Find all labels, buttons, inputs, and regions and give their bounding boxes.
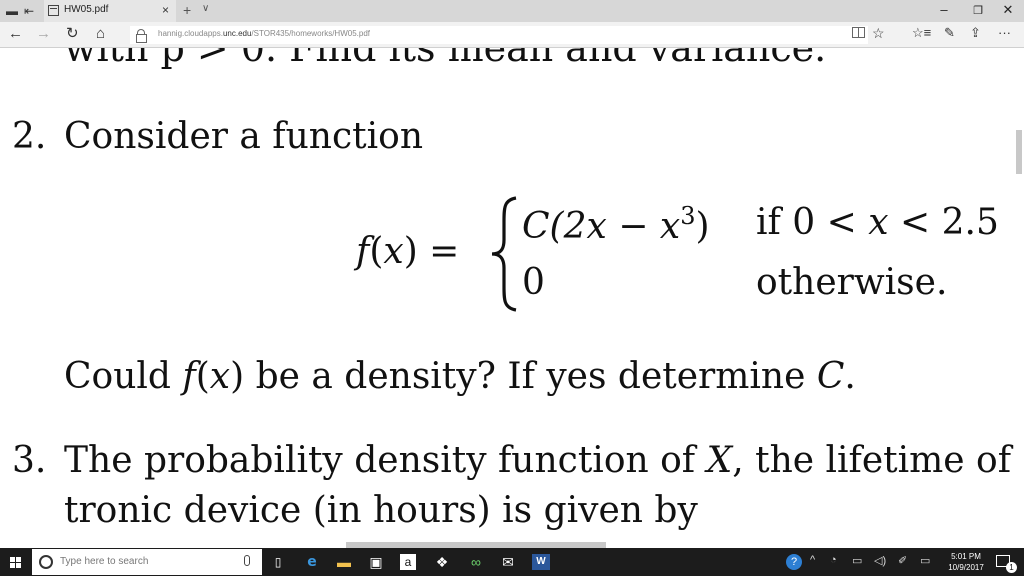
vertical-scrollbar[interactable] <box>1014 48 1024 542</box>
infinity-app-icon[interactable]: ∞ <box>466 552 486 572</box>
notification-count-badge: 1 <box>1006 562 1017 573</box>
cortana-circle-icon <box>39 555 53 569</box>
new-tab-icon[interactable]: + <box>183 2 191 18</box>
tab-close-icon[interactable]: × <box>162 3 169 17</box>
pdf-document-icon <box>48 5 59 16</box>
case-1-condition: if 0 < x < 2.5 <box>756 202 999 243</box>
case-1-expression: C(2x − x3) <box>522 202 710 247</box>
wifi-icon[interactable]: ◔ <box>830 554 837 566</box>
problem-2-number: 2. <box>12 116 47 157</box>
close-window-button[interactable]: ✕ <box>998 2 1018 18</box>
cases-brace <box>491 196 517 312</box>
title-bar: ▬ ⇤ HW05.pdf × + ∨ – ❐ ✕ <box>0 0 1024 22</box>
word-icon[interactable]: W <box>532 554 550 570</box>
address-bar[interactable]: hannig.cloudapps.unc.edu/STOR435/homewor… <box>130 26 868 44</box>
problem-3-number: 3. <box>12 440 47 481</box>
problem-3-line-2: tronic device (in hours) is given by <box>64 490 698 531</box>
forward-icon[interactable]: → <box>36 26 51 42</box>
navigation-bar: ← → ↻ ⌂ hannig.cloudapps.unc.edu/STOR435… <box>0 22 1024 48</box>
file-explorer-icon[interactable]: ▬ <box>334 552 354 572</box>
taskbar-search-input[interactable]: Type here to search <box>32 549 262 575</box>
pen-workspace-icon[interactable]: ✐ <box>898 554 907 567</box>
help-icon[interactable]: ? <box>786 554 802 570</box>
tab-hw05[interactable]: HW05.pdf × <box>44 0 176 22</box>
previous-problem-cut-line: with p > 0. Find its mean and variance. <box>64 48 827 70</box>
restore-button[interactable]: ❐ <box>968 4 988 17</box>
home-icon[interactable]: ⌂ <box>96 26 105 42</box>
windows-start-icon[interactable] <box>10 557 21 568</box>
taskbar: Type here to search ▯ e ▬ ▣ a ❖ ∞ ✉ W ? … <box>0 548 1024 576</box>
vertical-scroll-thumb[interactable] <box>1016 130 1022 174</box>
lock-icon <box>136 29 147 43</box>
problem-2-question: Could f(x) be a density? If yes determin… <box>64 356 856 397</box>
microphone-icon[interactable] <box>244 555 250 566</box>
url-text[interactable]: hannig.cloudapps.unc.edu/STOR435/homewor… <box>158 29 370 38</box>
tab-list-chevron-icon[interactable]: ∨ <box>202 3 209 14</box>
case-2-condition: otherwise. <box>756 262 948 303</box>
problem-3-line-1: The probability density function of X, t… <box>64 440 1012 481</box>
store-icon[interactable]: ▣ <box>366 552 386 572</box>
battery-icon[interactable]: ▭ <box>852 554 862 567</box>
clock-date: 10/9/2017 <box>948 563 984 572</box>
web-note-pen-icon[interactable]: ✎ <box>944 25 955 41</box>
reading-view-icon[interactable] <box>852 27 865 38</box>
clock-time: 5:01 PM <box>951 552 981 561</box>
dropbox-icon[interactable]: ❖ <box>432 552 452 572</box>
amazon-icon[interactable]: a <box>400 554 416 570</box>
favorites-hub-icon[interactable]: ☆≡ <box>912 25 931 41</box>
equation-lhs: f(x) = <box>356 231 460 272</box>
mail-icon[interactable]: ✉ <box>498 552 518 572</box>
volume-icon[interactable]: ◁) <box>874 554 886 567</box>
share-icon[interactable]: ⇪ <box>970 25 981 41</box>
tab-title: HW05.pdf <box>64 4 109 15</box>
minimize-button[interactable]: – <box>934 2 954 17</box>
case-2-expression: 0 <box>522 262 545 303</box>
clock[interactable]: 5:01 PM 10/9/2017 <box>944 551 988 573</box>
back-icon[interactable]: ← <box>8 26 23 42</box>
pdf-viewport[interactable]: with p > 0. Find its mean and variance. … <box>0 48 1014 542</box>
problem-2-intro: Consider a function <box>64 116 423 157</box>
edge-browser-icon[interactable]: e <box>302 552 322 572</box>
refresh-icon[interactable]: ↻ <box>66 26 79 42</box>
task-view-icon[interactable]: ▯ <box>268 552 288 572</box>
keyboard-icon[interactable]: ▭ <box>920 554 930 567</box>
more-menu-icon[interactable]: ··· <box>998 25 1011 40</box>
window-menu-icon[interactable]: ▬ <box>6 3 18 19</box>
favorite-star-icon[interactable]: ☆ <box>872 25 885 42</box>
search-placeholder: Type here to search <box>60 556 149 567</box>
tray-chevron-up-icon[interactable]: ^ <box>810 554 815 566</box>
tabs-aside-icon[interactable]: ⇤ <box>24 3 34 19</box>
